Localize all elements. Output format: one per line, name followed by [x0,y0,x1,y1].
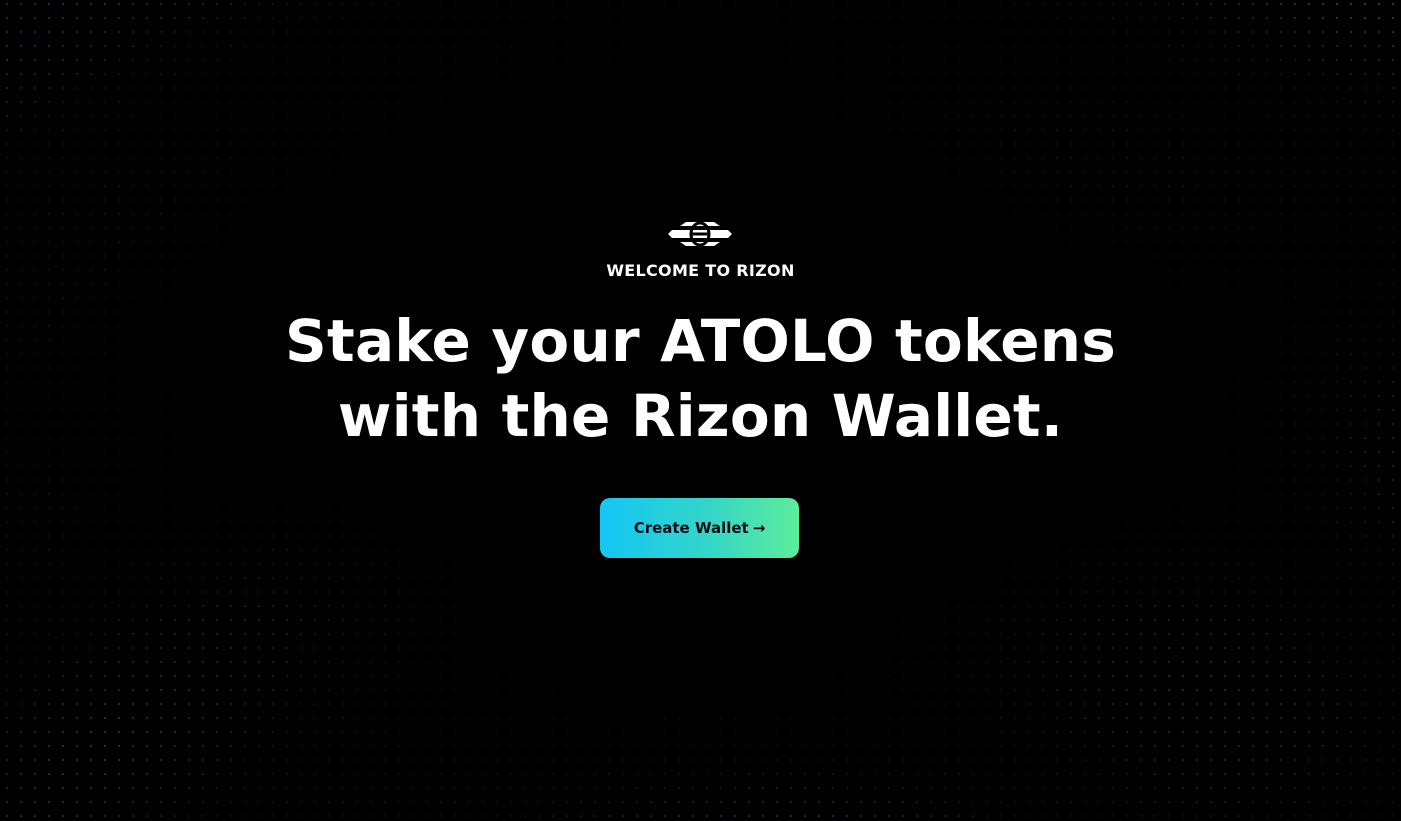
rizon-logo-icon [668,221,732,247]
headline-line-1: Stake your ATOLO tokens [285,307,1116,375]
hero-section: WELCOME TO RIZON Stake your ATOLO tokens… [0,0,1401,821]
welcome-eyebrow: WELCOME TO RIZON [606,261,795,280]
arrow-right-icon: → [752,518,766,537]
create-wallet-button[interactable]: Create Wallet → [600,498,799,558]
hero-headline: Stake your ATOLO tokens with the Rizon W… [0,304,1401,454]
headline-line-2: with the Rizon Wallet. [337,382,1064,450]
create-wallet-label: Create Wallet [633,519,749,537]
welcome-screen: WELCOME TO RIZON Stake your ATOLO tokens… [0,0,1401,821]
